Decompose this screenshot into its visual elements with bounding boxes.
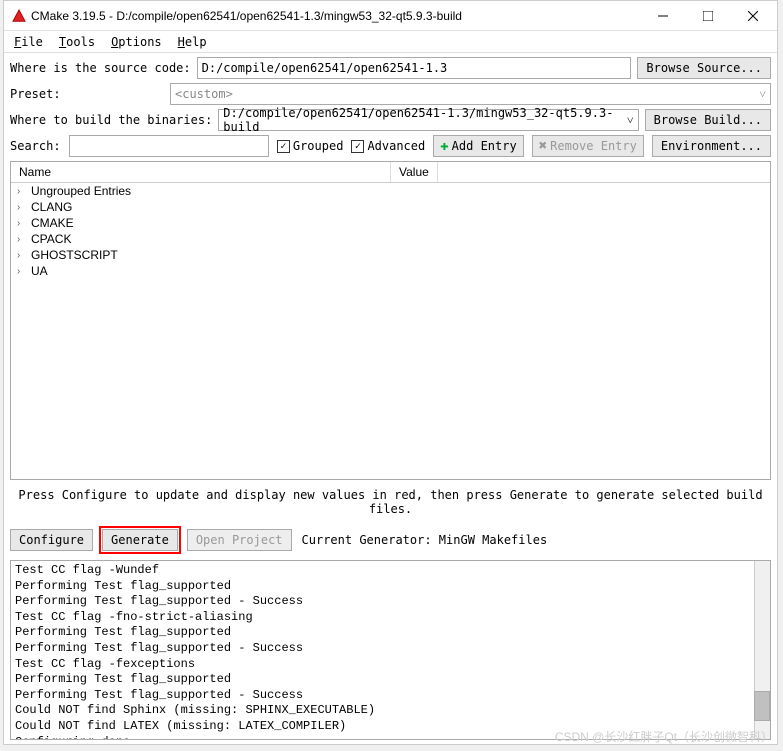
tree-item[interactable]: ›Ungrouped Entries — [11, 183, 770, 199]
tree-item[interactable]: ›GHOSTSCRIPT — [11, 247, 770, 263]
menu-help[interactable]: Help — [174, 33, 211, 51]
maximize-button[interactable] — [685, 2, 730, 30]
scrollbar[interactable] — [754, 561, 770, 739]
tree-item[interactable]: ›UA — [11, 263, 770, 279]
open-project-button: Open Project — [187, 529, 292, 551]
minimize-button[interactable] — [640, 2, 685, 30]
title-text: CMake 3.19.5 - D:/compile/open62541/open… — [31, 9, 640, 23]
chevron-down-icon: ˅ — [627, 113, 634, 128]
configure-button[interactable]: Configure — [10, 529, 93, 551]
build-label: Where to build the binaries: — [10, 113, 212, 127]
preset-combo[interactable]: <custom> ˅ — [170, 83, 771, 105]
advanced-checkbox[interactable]: ✓Advanced — [351, 139, 425, 153]
menubar: File Tools Options Help — [4, 31, 777, 53]
search-input[interactable] — [69, 135, 269, 157]
titlebar: CMake 3.19.5 - D:/compile/open62541/open… — [4, 1, 777, 31]
app-icon — [12, 9, 26, 23]
menu-file[interactable]: File — [10, 33, 47, 51]
source-input[interactable] — [197, 57, 632, 79]
watermark: CSDN @长沙红胖子Qt（长沙创微智科） — [555, 728, 773, 745]
tree-item[interactable]: ›CLANG — [11, 199, 770, 215]
chevron-right-icon: › — [17, 186, 27, 197]
chevron-right-icon: › — [17, 250, 27, 261]
col-name[interactable]: Name — [11, 162, 391, 182]
build-combo[interactable]: D:/compile/open62541/open62541-1.3/mingw… — [218, 109, 638, 131]
output-log[interactable]: Test CC flag -Wundef Performing Test fla… — [10, 560, 771, 740]
chevron-right-icon: › — [17, 218, 27, 229]
col-value[interactable]: Value — [391, 162, 438, 182]
minus-icon: ✖ — [539, 138, 547, 154]
generate-highlight: Generate — [99, 526, 181, 554]
hint-text: Press Configure to update and display ne… — [10, 484, 771, 520]
chevron-right-icon: › — [17, 234, 27, 245]
add-entry-button[interactable]: ✚Add Entry — [433, 135, 523, 157]
main-window: CMake 3.19.5 - D:/compile/open62541/open… — [3, 0, 778, 745]
grouped-checkbox[interactable]: ✓Grouped — [277, 139, 344, 153]
preset-label: Preset: — [10, 87, 164, 101]
scroll-thumb[interactable] — [754, 691, 770, 721]
menu-tools[interactable]: Tools — [55, 33, 99, 51]
tree-item[interactable]: ›CMAKE — [11, 215, 770, 231]
tree-item[interactable]: ›CPACK — [11, 231, 770, 247]
environment-button[interactable]: Environment... — [652, 135, 771, 157]
generator-text: Current Generator: MinGW Makefiles — [298, 533, 548, 547]
browse-build-button[interactable]: Browse Build... — [645, 109, 771, 131]
remove-entry-button: ✖Remove Entry — [532, 135, 644, 157]
chevron-right-icon: › — [17, 266, 27, 277]
close-button[interactable] — [730, 2, 775, 30]
menu-options[interactable]: Options — [107, 33, 166, 51]
source-label: Where is the source code: — [10, 61, 191, 75]
chevron-right-icon: › — [17, 202, 27, 213]
generate-button[interactable]: Generate — [102, 529, 178, 551]
plus-icon: ✚ — [440, 138, 448, 154]
browse-source-button[interactable]: Browse Source... — [637, 57, 771, 79]
chevron-down-icon: ˅ — [759, 87, 766, 102]
search-label: Search: — [10, 139, 61, 153]
options-tree[interactable]: Name Value ›Ungrouped Entries›CLANG›CMAK… — [10, 161, 771, 480]
